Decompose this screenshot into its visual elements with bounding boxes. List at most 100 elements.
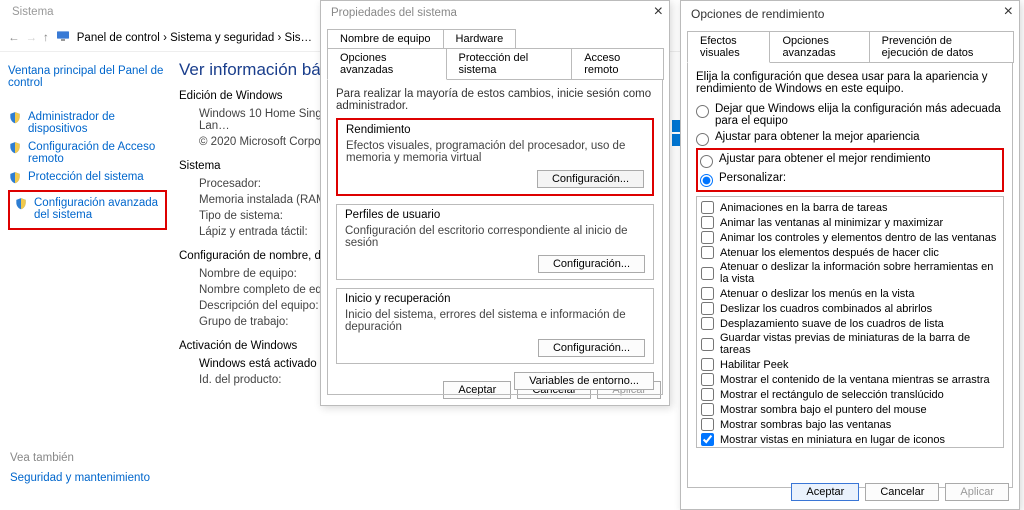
effect-checkbox[interactable] (701, 403, 714, 416)
back-arrow-icon[interactable]: ← (8, 32, 20, 44)
dialog-buttons: Aceptar Cancelar Aplicar (791, 483, 1009, 501)
effect-checkbox[interactable] (701, 302, 714, 315)
effect-checkbox-row[interactable]: Atenuar o deslizar los menús en la vista (701, 286, 999, 301)
effect-checkbox-row[interactable]: Atenuar los elementos después de hacer c… (701, 245, 999, 260)
control-panel-home[interactable]: Ventana principal del Panel de control (8, 62, 167, 92)
user-profiles-group: Perfiles de usuario Configuración del es… (336, 204, 654, 280)
effect-label: Atenuar o deslizar la información sobre … (720, 261, 999, 285)
close-icon[interactable]: × (1004, 3, 1013, 21)
effect-label: Habilitar Peek (720, 359, 788, 371)
effect-checkbox-row[interactable]: Mostrar vistas en miniatura en lugar de … (701, 432, 999, 447)
effect-label: Animar las ventanas al minimizar y maxim… (720, 217, 943, 229)
effect-checkbox[interactable] (701, 418, 714, 431)
sidebar-item-system-protection[interactable]: Protección del sistema (8, 168, 167, 188)
tabs-row2: Opciones avanzadas Protección del sistem… (327, 48, 663, 80)
tab-hardware[interactable]: Hardware (443, 29, 517, 49)
intro-text: Elija la configuración que desea usar pa… (696, 71, 1004, 95)
effect-label: Animar los controles y elementos dentro … (720, 232, 996, 244)
shield-icon (14, 197, 28, 211)
effect-label: Atenuar o deslizar los menús en la vista (720, 288, 914, 300)
computer-icon (55, 28, 71, 47)
effect-checkbox[interactable] (701, 267, 714, 280)
effect-checkbox[interactable] (701, 388, 714, 401)
effect-checkbox-row[interactable]: Desplazamiento suave de los cuadros de l… (701, 316, 999, 331)
effect-checkbox-row[interactable]: Mostrar el rectángulo de selección trans… (701, 387, 999, 402)
breadcrumb[interactable]: Panel de control › Sistema y seguridad ›… (77, 32, 312, 44)
tab-visual-effects[interactable]: Efectos visuales (687, 31, 770, 63)
effect-label: Mostrar sombra bajo el puntero del mouse (720, 404, 927, 416)
radio-custom[interactable]: Personalizar: (700, 170, 1000, 189)
performance-settings-button[interactable]: Configuración... (537, 170, 644, 188)
effect-checkbox[interactable] (701, 338, 714, 351)
po-tabs: Efectos visuales Opciones avanzadas Prev… (687, 31, 1013, 63)
performance-group: Rendimiento Efectos visuales, programaci… (336, 118, 654, 196)
ok-button[interactable]: Aceptar (791, 483, 859, 501)
sidebar-item-remote-access[interactable]: Configuración de Acceso remoto (8, 138, 167, 168)
startup-recovery-group: Inicio y recuperación Inicio del sistema… (336, 288, 654, 364)
admin-note: Para realizar la mayoría de estos cambio… (336, 88, 654, 112)
forward-arrow-icon[interactable]: → (26, 32, 38, 44)
group-title: Rendimiento (346, 124, 644, 136)
shield-icon (8, 171, 22, 185)
close-icon[interactable]: × (654, 3, 663, 21)
effect-label: Mostrar el contenido de la ventana mient… (720, 374, 990, 386)
radio-input[interactable] (696, 133, 709, 146)
effect-checkbox-row[interactable]: Habilitar Peek (701, 357, 999, 372)
radio-best-performance[interactable]: Ajustar para obtener el mejor rendimient… (700, 151, 1000, 170)
performance-options-dialog: Opciones de rendimiento × Efectos visual… (680, 0, 1020, 510)
see-also-label: Vea también (10, 452, 74, 464)
effect-checkbox[interactable] (701, 201, 714, 214)
effect-checkbox-row[interactable]: Mostrar el contenido de la ventana mient… (701, 372, 999, 387)
effect-checkbox[interactable] (701, 317, 714, 330)
effect-checkbox-row[interactable]: Suavizar bordes para las fuentes de pant… (701, 447, 999, 448)
startup-settings-button[interactable]: Configuración... (538, 339, 645, 357)
highlight-best-performance: Ajustar para obtener el mejor rendimient… (696, 148, 1004, 192)
effect-checkbox-row[interactable]: Atenuar o deslizar la información sobre … (701, 260, 999, 286)
radio-input[interactable] (700, 155, 713, 168)
radio-best-appearance[interactable]: Ajustar para obtener la mejor apariencia (696, 129, 1004, 148)
radio-input[interactable] (696, 105, 709, 118)
effect-checkbox[interactable] (701, 216, 714, 229)
sidebar-item-advanced-system[interactable]: Configuración avanzada del sistema (14, 194, 161, 224)
tab-advanced[interactable]: Opciones avanzadas (769, 31, 869, 63)
tab-system-protection[interactable]: Protección del sistema (446, 48, 573, 80)
effect-checkbox[interactable] (701, 246, 714, 259)
effect-checkbox[interactable] (701, 287, 714, 300)
up-arrow-icon[interactable]: ↑ (43, 32, 49, 44)
dialog-title: Propiedades del sistema (321, 1, 669, 25)
effect-checkbox[interactable] (701, 358, 714, 371)
sidebar: Ventana principal del Panel de control A… (0, 52, 175, 396)
effect-checkbox[interactable] (701, 231, 714, 244)
effect-label: Mostrar vistas en miniatura en lugar de … (720, 434, 945, 446)
effect-label: Animaciones en la barra de tareas (720, 202, 888, 214)
effect-checkbox-row[interactable]: Animaciones en la barra de tareas (701, 200, 999, 215)
effect-label: Mostrar el rectángulo de selección trans… (720, 389, 944, 401)
tab-remote-access[interactable]: Acceso remoto (571, 48, 664, 80)
profiles-settings-button[interactable]: Configuración... (538, 255, 645, 273)
effect-label: Desplazamiento suave de los cuadros de l… (720, 318, 944, 330)
radio-input[interactable] (700, 174, 713, 187)
tab-panel: Para realizar la mayoría de estos cambio… (327, 79, 663, 395)
effect-label: Deslizar los cuadros combinados al abrir… (720, 303, 932, 315)
effect-checkbox-row[interactable]: Animar las ventanas al minimizar y maxim… (701, 215, 999, 230)
sidebar-item-device-manager[interactable]: Administrador de dispositivos (8, 108, 167, 138)
effect-checkbox-row[interactable]: Animar los controles y elementos dentro … (701, 230, 999, 245)
apply-button[interactable]: Aplicar (945, 483, 1009, 501)
env-vars-button[interactable]: Variables de entorno... (514, 372, 654, 390)
effect-label: Mostrar sombras bajo las ventanas (720, 419, 891, 431)
effects-checklist[interactable]: Animaciones en la barra de tareas Animar … (696, 196, 1004, 448)
effect-checkbox-row[interactable]: Mostrar sombras bajo las ventanas (701, 417, 999, 432)
effect-checkbox-row[interactable]: Guardar vistas previas de miniaturas de … (701, 331, 999, 357)
effect-checkbox[interactable] (701, 373, 714, 386)
cancel-button[interactable]: Cancelar (865, 483, 939, 501)
system-properties-dialog: Propiedades del sistema × Nombre de equi… (320, 0, 670, 406)
shield-icon (8, 141, 22, 155)
tab-computer-name[interactable]: Nombre de equipo (327, 29, 444, 49)
radio-let-windows-choose[interactable]: Dejar que Windows elija la configuración… (696, 101, 1004, 129)
tab-dep[interactable]: Prevención de ejecución de datos (869, 31, 1014, 63)
effect-checkbox[interactable] (701, 433, 714, 446)
security-maintenance-link[interactable]: Seguridad y mantenimiento (10, 472, 150, 484)
effect-checkbox-row[interactable]: Deslizar los cuadros combinados al abrir… (701, 301, 999, 316)
effect-checkbox-row[interactable]: Mostrar sombra bajo el puntero del mouse (701, 402, 999, 417)
tab-advanced-options[interactable]: Opciones avanzadas (327, 48, 447, 80)
